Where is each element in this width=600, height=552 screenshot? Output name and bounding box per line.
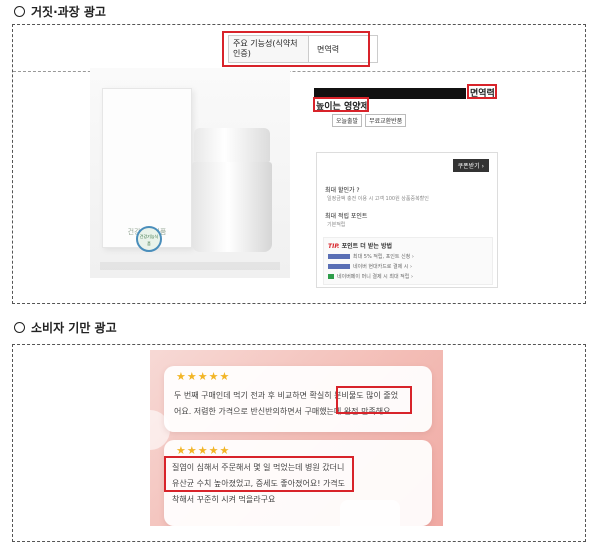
rating-stars: ★★★★★ — [176, 370, 231, 383]
tip-badge-icon — [328, 264, 350, 269]
section-title: 소비자 기만 광고 — [31, 321, 117, 335]
tip-badge-icon — [328, 254, 350, 259]
coupon-button[interactable]: 쿠폰받기 › — [452, 159, 489, 172]
highlight-box-review-1 — [336, 386, 412, 414]
section-heading-deceptive-ads: 소비자 기만 광고 — [14, 319, 117, 336]
section-heading-false-ads: 거짓·과장 광고 — [14, 3, 106, 20]
bottle-body — [192, 162, 272, 252]
product-image: 건강기능식품 건강기능식품 — [90, 68, 290, 278]
review-screenshot: ★★★★★ 두 번째 구매인데 먹기 전과 후 비교하면 확실히 분비물도 많이… — [150, 350, 443, 526]
product-tags: 오늘출발 무료교환반품 — [332, 114, 407, 127]
max-points-label: 최대 적립 포인트 — [325, 213, 368, 220]
tip-title: TIP. 포인트 더 받는 방법 — [328, 243, 392, 250]
product-package-box: 건강기능식품 — [102, 88, 192, 248]
review-text-line: 착해서 꾸준히 시켜 먹을라구요 — [172, 495, 276, 504]
points-tip-box: TIP. 포인트 더 받는 방법 최대 5% 적립, 포인트 신청 › 네이버 … — [323, 237, 493, 285]
tip-item[interactable]: 네이버페이 머니 결제 시 최대 적립 › — [328, 273, 488, 280]
highlight-box-title — [467, 84, 497, 99]
tip-item[interactable]: 네이버 현대카드로 결제 시 › — [328, 263, 488, 270]
highlight-box-subtitle — [313, 97, 369, 112]
highlight-box-review-2 — [164, 456, 354, 492]
supplement-bottle — [192, 128, 272, 253]
price-benefit-panel: 쿠폰받기 › 최대 할인가 ? 일정금액 충전 이용 시 고객 100원 상품중… — [316, 152, 498, 288]
naver-pay-icon — [328, 274, 334, 279]
highlight-box-functionality — [222, 31, 370, 67]
product-shadow — [100, 262, 280, 270]
max-discount-label: 최대 할인가 ? — [325, 187, 360, 194]
tag-free-return: 무료교환반품 — [365, 114, 407, 127]
section-title: 거짓·과장 광고 — [31, 5, 106, 19]
circle-bullet-icon — [14, 6, 25, 17]
max-points-desc: 기본적립 — [327, 222, 346, 228]
max-discount-desc: 일정금액 충전 이용 시 고객 100원 상품중복할인 — [327, 196, 429, 202]
bottle-cap — [194, 128, 270, 162]
circle-bullet-icon — [14, 322, 25, 333]
tag-today-shipping: 오늘출발 — [332, 114, 363, 127]
tip-item[interactable]: 최대 5% 적립, 포인트 신청 › — [328, 253, 488, 260]
health-food-seal-icon: 건강기능식품 — [136, 226, 162, 252]
